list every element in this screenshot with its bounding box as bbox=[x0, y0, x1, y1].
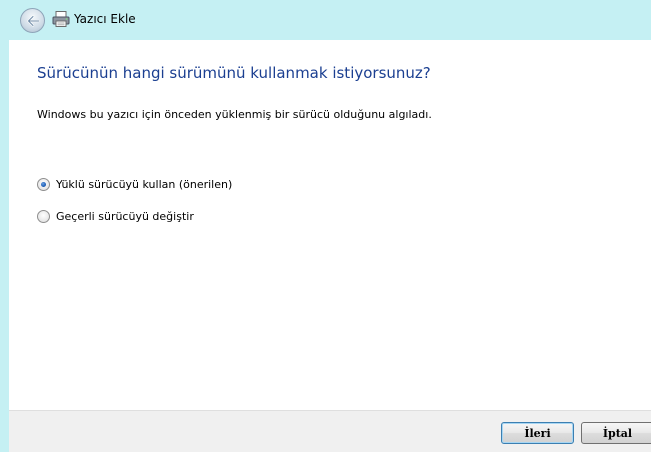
page-heading: Sürücünün hangi sürümünü kullanmak istiy… bbox=[37, 64, 431, 82]
option-use-installed-driver[interactable]: Yüklü sürücüyü kullan (önerilen) bbox=[37, 178, 232, 191]
back-arrow-icon bbox=[26, 14, 40, 27]
back-button[interactable] bbox=[20, 8, 45, 33]
window-title: Yazıcı Ekle bbox=[74, 12, 136, 26]
radio-button[interactable] bbox=[37, 210, 50, 223]
title-bar: Yazıcı Ekle bbox=[9, 0, 651, 40]
button-bar: İleri İptal bbox=[9, 410, 651, 452]
cancel-button[interactable]: İptal bbox=[581, 422, 651, 444]
printer-icon bbox=[52, 11, 70, 27]
page-description: Windows bu yazıcı için önceden yüklenmiş… bbox=[37, 108, 432, 121]
next-button[interactable]: İleri bbox=[501, 422, 574, 444]
radio-button-selected[interactable] bbox=[37, 178, 50, 191]
option-label: Yüklü sürücüyü kullan (önerilen) bbox=[56, 178, 233, 191]
option-label: Geçerli sürücüyü değiştir bbox=[56, 210, 194, 223]
wizard-content: Sürücünün hangi sürümünü kullanmak istiy… bbox=[9, 40, 651, 410]
option-replace-driver[interactable]: Geçerli sürücüyü değiştir bbox=[37, 210, 194, 223]
window-frame-left bbox=[0, 0, 9, 452]
